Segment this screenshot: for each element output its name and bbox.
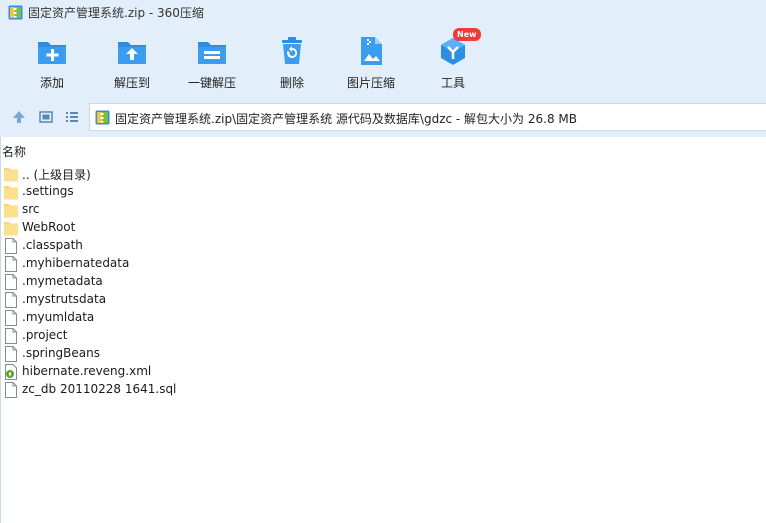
list-item[interactable]: .springBeans	[4, 345, 304, 363]
file-icon	[5, 310, 17, 326]
list-item-name: .myhibernatedata	[22, 256, 130, 270]
list-view-icon[interactable]	[65, 110, 79, 124]
up-level-icon[interactable]	[12, 110, 26, 124]
list-item-name: .springBeans	[22, 346, 100, 360]
list-item-name: .project	[22, 328, 68, 342]
file-icon	[5, 274, 17, 290]
one-click-extract-label: 一键解压	[187, 76, 236, 90]
list-item-name: zc_db 20110228 1641.sql	[22, 382, 177, 396]
list-item[interactable]: .project	[4, 327, 304, 345]
new-badge: New	[453, 28, 481, 41]
file-list: 名称 .. (上级目录) .settings src WebRoot .clas…	[0, 137, 766, 523]
list-item-parent-dir[interactable]: .. (上级目录)	[4, 165, 304, 183]
image-compress-label: 图片压缩	[346, 76, 395, 90]
file-icon	[5, 382, 17, 398]
archive-icon	[95, 110, 110, 125]
address-path: 固定资产管理系统.zip\固定资产管理系统 源代码及数据库\gdzc - 解包大…	[115, 112, 577, 126]
list-item-name: hibernate.reveng.xml	[22, 364, 152, 378]
address-bar[interactable]: 固定资产管理系统.zip\固定资产管理系统 源代码及数据库\gdzc - 解包大…	[89, 103, 766, 131]
app-window: 固定资产管理系统.zip - 360压缩 添加 解压到 一键解压 删除 图片压缩…	[0, 0, 766, 523]
list-item-name: .mymetadata	[22, 274, 103, 288]
list-item[interactable]: hibernate.reveng.xml	[4, 363, 304, 381]
add-button[interactable]: 添加	[27, 32, 77, 92]
list-item[interactable]: .classpath	[4, 237, 304, 255]
file-icon	[5, 328, 17, 344]
image-compress-button[interactable]: 图片压缩	[344, 32, 398, 92]
list-item[interactable]: zc_db 20110228 1641.sql	[4, 381, 304, 399]
tools-button[interactable]: New 工具	[433, 28, 481, 92]
extract-to-icon	[118, 42, 146, 64]
tools-label: 工具	[440, 76, 465, 90]
list-item-name: .classpath	[22, 238, 83, 252]
image-compress-icon	[361, 37, 382, 65]
list-item[interactable]: .myhibernatedata	[4, 255, 304, 273]
list-item-name: WebRoot	[22, 220, 76, 234]
list-item[interactable]: src	[4, 201, 304, 219]
add-label: 添加	[39, 76, 64, 90]
thumbnail-view-icon[interactable]	[39, 110, 53, 124]
delete-icon	[282, 37, 302, 64]
folder-icon	[4, 204, 18, 218]
xml-file-icon	[5, 364, 17, 380]
archive-app-icon	[8, 5, 23, 20]
toolbar-area: 固定资产管理系统.zip - 360压缩 添加 解压到 一键解压 删除 图片压缩…	[0, 0, 766, 137]
delete-button[interactable]: 删除	[271, 32, 313, 92]
file-icon	[5, 256, 17, 272]
folder-icon	[4, 222, 18, 236]
list-item-name: .. (上级目录)	[22, 168, 91, 182]
list-item[interactable]: WebRoot	[4, 219, 304, 237]
list-item[interactable]: .myumldata	[4, 309, 304, 327]
delete-label: 删除	[279, 76, 304, 90]
one-click-extract-icon	[198, 42, 226, 64]
file-icon	[5, 238, 17, 254]
column-header-name[interactable]: 名称	[2, 143, 26, 160]
window-title: 固定资产管理系统.zip - 360压缩	[28, 6, 204, 20]
list-item-name: .myumldata	[22, 310, 95, 324]
list-item[interactable]: .settings	[4, 183, 304, 201]
list-item-name: src	[22, 202, 40, 216]
list-item-name: .settings	[22, 184, 74, 198]
list-item[interactable]: .mystrutsdata	[4, 291, 304, 309]
file-icon	[5, 346, 17, 362]
title-bar: 固定资产管理系统.zip - 360压缩	[0, 0, 766, 26]
folder-icon	[4, 168, 18, 182]
one-click-extract-button[interactable]: 一键解压	[185, 32, 239, 92]
list-item[interactable]: .mymetadata	[4, 273, 304, 291]
folder-icon	[4, 186, 18, 200]
extract-to-button[interactable]: 解压到	[108, 32, 156, 92]
extract-to-label: 解压到	[113, 76, 150, 90]
add-icon	[38, 42, 66, 64]
file-icon	[5, 292, 17, 308]
list-item-name: .mystrutsdata	[22, 292, 107, 306]
